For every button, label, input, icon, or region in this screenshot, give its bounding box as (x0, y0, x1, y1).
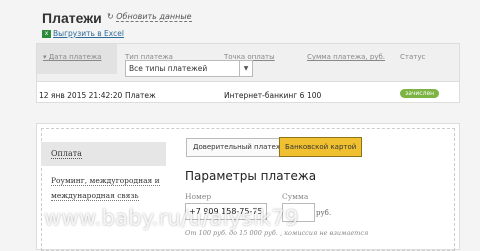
row-amount: 100 (307, 91, 322, 100)
amount-hint: От 100 руб. до 15 000 руб. , комиссия не… (185, 229, 369, 237)
payment-type-value: Все типы платежей (129, 64, 208, 73)
export-excel-label: Выгрузить в Excel (53, 29, 124, 38)
tab-bank-card[interactable]: Банковской картой (279, 137, 363, 157)
excel-icon: x (42, 30, 51, 38)
sort-arrow-icon: ▾ (43, 53, 47, 61)
export-excel-link[interactable]: x Выгрузить в Excel (42, 29, 124, 38)
column-status: Статус (400, 53, 426, 61)
refresh-icon: ↻ (107, 12, 114, 21)
status-badge: зачислен (400, 89, 440, 98)
refresh-label: Обновить данные (116, 12, 192, 22)
row-date: 12 янв 2015 21:42:20 (39, 91, 123, 100)
page-header: Платежи (42, 10, 102, 26)
number-label: Номер (185, 192, 212, 201)
payment-type-select[interactable]: Все типы платежей ▼ (125, 60, 253, 77)
currency-label: руб. (316, 209, 332, 217)
payments-table: ▾ Дата платежа Тип платежа Точка оплаты … (36, 43, 460, 103)
row-type: Платеж (125, 91, 156, 100)
sidebar-item-roaming[interactable]: Роуминг, междугородная и международная с… (51, 173, 166, 203)
watermark: www.baby.ru/u/alysik79 (44, 206, 299, 230)
row-point: Интернет-банкинг 6 (224, 91, 305, 100)
sidebar-item-payment[interactable]: Оплата (41, 142, 166, 166)
column-amount[interactable]: Сумма платежа, руб. (307, 53, 385, 61)
refresh-link[interactable]: ↻ Обновить данные (107, 12, 192, 22)
tab-trust-payment[interactable]: Доверительный платеж (186, 138, 290, 157)
payment-params-heading: Параметры платежа (185, 169, 317, 183)
table-header: ▾ Дата платежа Тип платежа Точка оплаты … (37, 44, 459, 82)
column-date[interactable]: ▾ Дата платежа (37, 44, 117, 74)
page-title: Платежи (42, 10, 102, 26)
amount-label: Сумма (282, 192, 309, 201)
chevron-down-icon[interactable]: ▼ (239, 61, 252, 76)
